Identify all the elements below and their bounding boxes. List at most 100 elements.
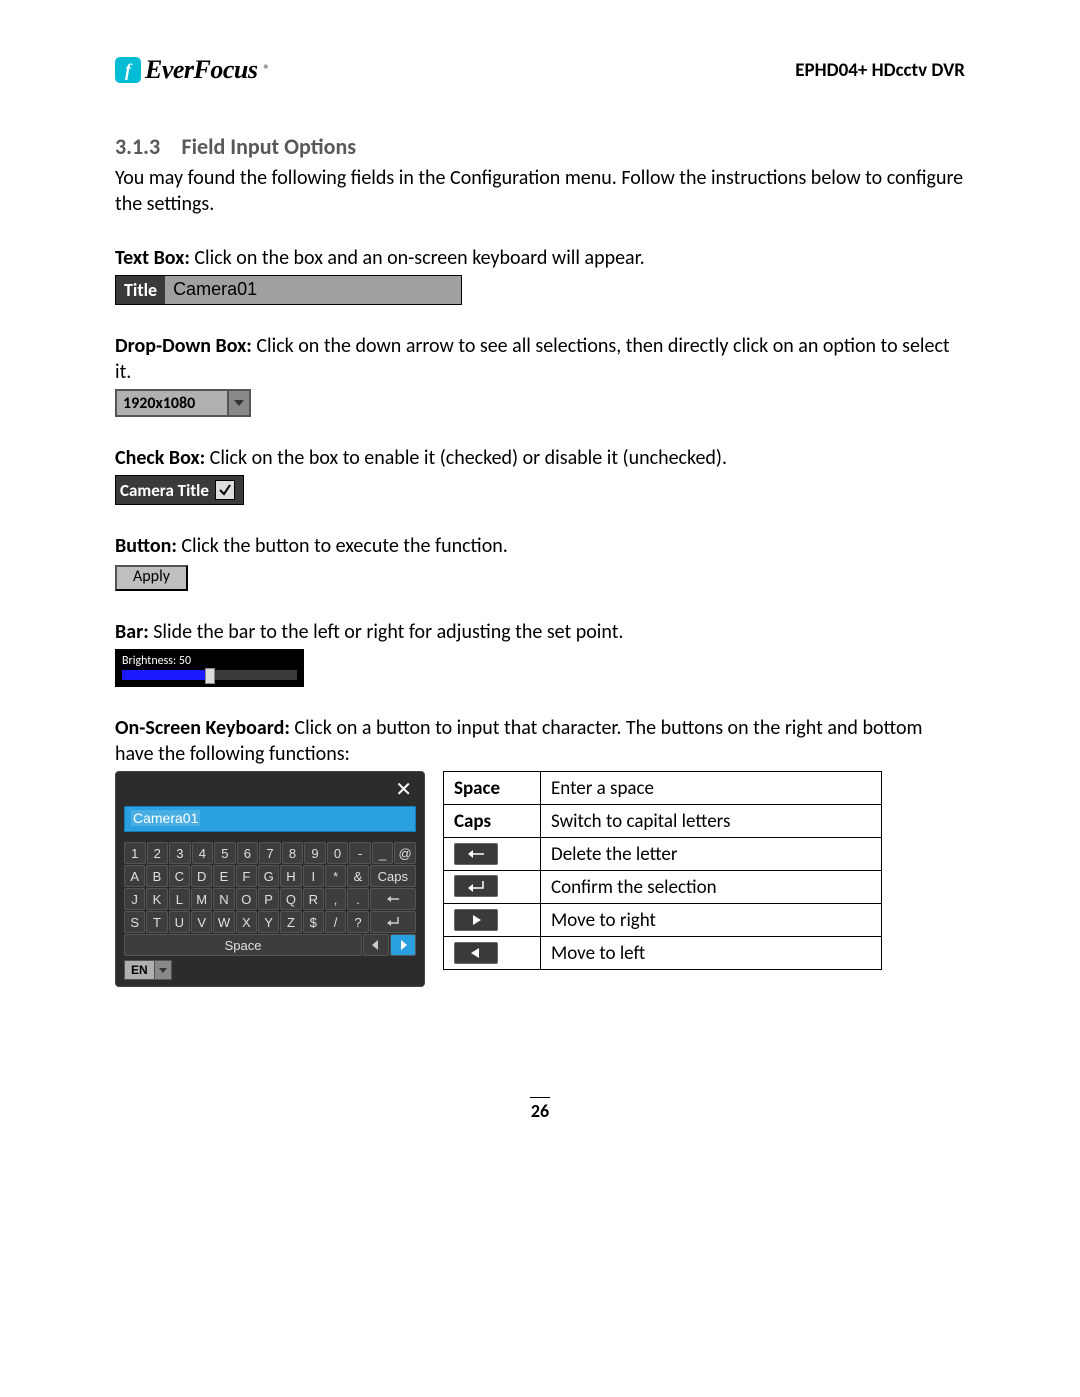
brand-name: EverFocus (145, 55, 258, 85)
osk-label: On-Screen Keyboard: (115, 716, 290, 740)
key-u[interactable]: U (169, 911, 190, 933)
osk-input-field[interactable]: Camera01 (124, 806, 416, 832)
checkbox-checked-icon[interactable] (215, 480, 235, 500)
slider-track[interactable] (122, 670, 297, 680)
osk-block: On-Screen Keyboard: Click on a button to… (115, 715, 965, 987)
key-b[interactable]: B (146, 865, 167, 887)
legend-row: Confirm the selection (444, 871, 882, 904)
logo-icon: f (115, 57, 141, 83)
legend-desc: Move to left (541, 937, 882, 970)
key-h[interactable]: H (280, 865, 301, 887)
button-block: Button: Click the button to execute the … (115, 533, 965, 591)
key-q[interactable]: Q (280, 888, 301, 910)
legend-desc: Delete the letter (541, 838, 882, 871)
key-9[interactable]: 9 (304, 842, 326, 864)
key-v[interactable]: V (191, 911, 212, 933)
close-icon[interactable]: ✕ (391, 780, 416, 800)
legend-key (444, 871, 541, 904)
legend-key: Space (444, 772, 541, 805)
dropdown-description: Drop-Down Box: Click on the down arrow t… (115, 333, 965, 385)
language-selector[interactable]: EN (124, 960, 155, 980)
key-&[interactable]: & (347, 865, 368, 887)
key-$[interactable]: $ (303, 911, 324, 933)
textbox-description: Text Box: Click on the box and an on-scr… (115, 245, 965, 271)
key-7[interactable]: 7 (259, 842, 281, 864)
key--[interactable]: - (349, 842, 371, 864)
key-*[interactable]: * (325, 865, 346, 887)
key-←[interactable] (370, 888, 416, 910)
checkbox-desc-text: Click on the box to enable it (checked) … (205, 446, 727, 470)
chevron-down-icon[interactable] (227, 391, 249, 415)
legend-desc: Enter a space (541, 772, 882, 805)
key-3[interactable]: 3 (169, 842, 191, 864)
key-c[interactable]: C (169, 865, 190, 887)
key-g[interactable]: G (258, 865, 279, 887)
space-key[interactable]: Space (124, 934, 362, 956)
section-title: Field Input Options (182, 133, 357, 160)
button-desc-text: Click the button to execute the function… (177, 534, 508, 558)
key-2[interactable]: 2 (147, 842, 169, 864)
key-6[interactable]: 6 (237, 842, 259, 864)
slider-thumb[interactable] (205, 668, 215, 684)
key-e[interactable]: E (213, 865, 234, 887)
left-icon (454, 942, 498, 964)
page-header: f EverFocus ® EPHD04+ HDcctv DVR (115, 55, 965, 85)
enter-icon (454, 875, 498, 897)
key-w[interactable]: W (213, 911, 234, 933)
legend-row: Move to right (444, 904, 882, 937)
key-l[interactable]: L (169, 888, 190, 910)
key-caps[interactable]: Caps (370, 865, 416, 887)
arrow-right-key[interactable] (390, 934, 416, 956)
key-k[interactable]: K (146, 888, 167, 910)
page-number: 26 (115, 1097, 965, 1122)
key-y[interactable]: Y (258, 911, 279, 933)
legend-key (444, 904, 541, 937)
key-t[interactable]: T (146, 911, 167, 933)
legend-key (444, 937, 541, 970)
key-.[interactable]: . (347, 888, 368, 910)
key-a[interactable]: A (124, 865, 145, 887)
key-_[interactable]: _ (372, 842, 394, 864)
key-r[interactable]: R (303, 888, 324, 910)
textbox-block: Text Box: Click on the box and an on-scr… (115, 245, 965, 305)
key-o[interactable]: O (236, 888, 257, 910)
arrow-left-key[interactable] (363, 934, 389, 956)
slider-fill (122, 670, 210, 680)
checkbox-example[interactable]: Camera Title (115, 475, 244, 505)
key-x[interactable]: X (236, 911, 257, 933)
key-j[interactable]: J (124, 888, 145, 910)
key-8[interactable]: 8 (282, 842, 304, 864)
key-m[interactable]: M (191, 888, 212, 910)
legend-desc: Switch to capital letters (541, 805, 882, 838)
key-@[interactable]: @ (394, 842, 416, 864)
key-↵[interactable] (370, 911, 416, 933)
key-4[interactable]: 4 (192, 842, 214, 864)
dropdown-block: Drop-Down Box: Click on the down arrow t… (115, 333, 965, 417)
textbox-field-value[interactable]: Camera01 (165, 276, 461, 304)
button-description: Button: Click the button to execute the … (115, 533, 965, 559)
key-?[interactable]: ? (347, 911, 368, 933)
checkbox-block: Check Box: Click on the box to enable it… (115, 445, 965, 505)
key-5[interactable]: 5 (214, 842, 236, 864)
slider-example: Brightness: 50 (115, 649, 304, 687)
textbox-desc-text: Click on the box and an on-screen keyboa… (190, 246, 645, 270)
legend-desc: Move to right (541, 904, 882, 937)
key-,[interactable]: , (325, 888, 346, 910)
brand-logo: f EverFocus ® (115, 55, 270, 85)
chevron-down-icon[interactable] (155, 960, 172, 980)
key-d[interactable]: D (191, 865, 212, 887)
legend-key: Caps (444, 805, 541, 838)
key-1[interactable]: 1 (124, 842, 146, 864)
key-n[interactable]: N (213, 888, 234, 910)
key-z[interactable]: Z (280, 911, 301, 933)
button-label: Button: (115, 534, 177, 558)
key-f[interactable]: F (236, 865, 257, 887)
apply-button[interactable]: Apply (115, 565, 188, 591)
key-0[interactable]: 0 (327, 842, 349, 864)
key-/[interactable]: / (325, 911, 346, 933)
key-s[interactable]: S (124, 911, 145, 933)
dropdown-label: Drop-Down Box: (115, 334, 252, 358)
key-p[interactable]: P (258, 888, 279, 910)
key-i[interactable]: I (303, 865, 324, 887)
dropdown-example[interactable]: 1920x1080 (115, 389, 251, 417)
